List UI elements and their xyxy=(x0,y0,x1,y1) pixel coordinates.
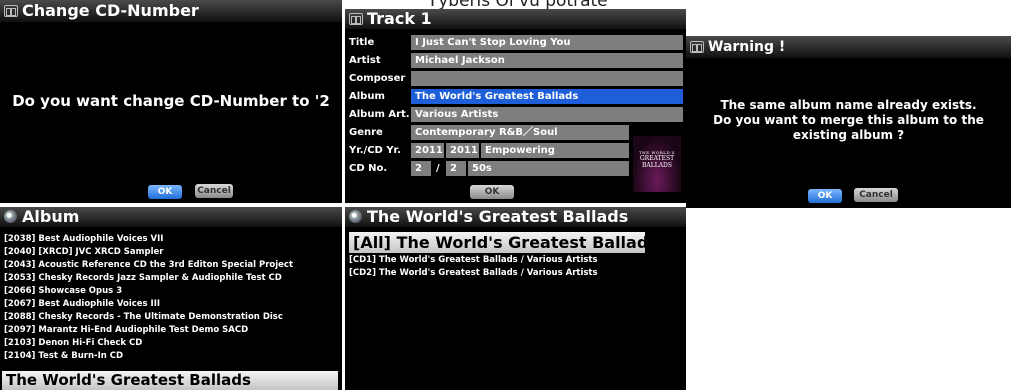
genre-field[interactable]: Contemporary R&B／Soul xyxy=(411,125,629,140)
cd-list-selected-item[interactable]: [All] The World's Greatest Ballads xyxy=(349,232,658,253)
field-cd-no-row: CD No. 2 / 2 50s xyxy=(349,160,679,177)
cd-no-separator: / xyxy=(436,163,440,174)
cd-year-field[interactable]: 2011 xyxy=(446,143,479,158)
field-composer-row: Composer xyxy=(349,70,683,87)
warning-message: The same album name already exists. Do y… xyxy=(686,98,1011,143)
warning-line-2: Do you want to merge this album to the xyxy=(713,113,984,127)
album-list-item[interactable]: [2097] Marantz Hi-End Audiophile Test De… xyxy=(4,325,248,335)
field-artist-row: Artist Michael Jackson xyxy=(349,52,683,69)
cover-line-2: GREATEST xyxy=(639,155,675,162)
album-list-item[interactable]: [2053] Chesky Records Jazz Sampler & Aud… xyxy=(4,273,282,283)
cd-list-item[interactable]: [CD1] The World's Greatest Ballads / Var… xyxy=(349,255,598,265)
album-list-panel: Album [2038] Best Audiophile Voices VII … xyxy=(0,207,342,390)
change-cd-question: Do you want change CD-Number to '2 xyxy=(12,92,330,110)
cd-list-item[interactable]: [CD2] The World's Greatest Ballads / Var… xyxy=(349,268,598,278)
change-cd-titlebar: Change CD-Number xyxy=(0,0,342,22)
warning-dialog: Warning ! The same album name already ex… xyxy=(686,36,1011,208)
grouping-field[interactable]: Empowering xyxy=(481,143,629,158)
composer-field[interactable] xyxy=(411,71,683,86)
year-field[interactable]: 2011 xyxy=(411,143,444,158)
field-album-label: Album xyxy=(349,91,385,102)
warning-line-3: existing album ? xyxy=(792,128,905,142)
ok-button[interactable]: OK xyxy=(148,185,182,199)
field-album-artist-row: Album Art. Various Artists xyxy=(349,106,683,123)
album-list-item[interactable]: [2040] [XRCD] JVC XRCD Sampler xyxy=(4,247,163,257)
warning-ok-button[interactable]: OK xyxy=(808,189,842,203)
album-list-titlebar: Album xyxy=(0,207,342,227)
album-cover-image: THE WORLD'S GREATEST BALLADS xyxy=(633,136,681,192)
track-editor: Track 1 Title I Just Can't Stop Loving Y… xyxy=(345,9,686,203)
album-list-item[interactable]: [2103] Denon Hi-Fi Check CD xyxy=(4,338,142,348)
field-album-row: Album The World's Greatest Ballads xyxy=(349,88,683,105)
disc-icon xyxy=(4,210,17,223)
track-titlebar: Track 1 xyxy=(345,9,686,29)
warning-line-1: The same album name already exists. xyxy=(720,98,977,112)
field-year-row: Yr./CD Yr. 2011 2011 Empowering xyxy=(349,142,679,159)
tv-icon xyxy=(4,5,18,17)
album-list-item[interactable]: [2088] Chesky Records - The Ultimate Dem… xyxy=(4,312,283,322)
artist-field[interactable]: Michael Jackson xyxy=(411,53,683,68)
album-list-title: Album xyxy=(22,207,80,226)
warning-titlebar: Warning ! xyxy=(686,36,1011,58)
change-cd-dialog: Change CD-Number Do you want change CD-N… xyxy=(0,0,342,203)
field-artist-label: Artist xyxy=(349,55,381,66)
album-list-item[interactable]: [2043] Acoustic Reference CD the 3rd Edi… xyxy=(4,260,293,270)
track-ok-button[interactable]: OK xyxy=(470,185,514,199)
cd-list-titlebar: The World's Greatest Ballads xyxy=(345,207,686,227)
cancel-button[interactable]: Cancel xyxy=(195,184,233,198)
field-composer-label: Composer xyxy=(349,73,406,84)
cd-list-panel: The World's Greatest Ballads [All] The W… xyxy=(345,207,686,390)
field-cd-no-label: CD No. xyxy=(349,163,388,174)
tv-icon xyxy=(690,41,704,53)
cd-list-title: The World's Greatest Ballads xyxy=(367,207,629,226)
title-field[interactable]: I Just Can't Stop Loving You xyxy=(411,35,683,50)
tv-icon xyxy=(349,13,363,25)
album-list-selected-item[interactable]: The World's Greatest Ballads xyxy=(2,371,338,390)
field-title-label: Title xyxy=(349,37,375,48)
warning-cancel-button[interactable]: Cancel xyxy=(854,188,898,202)
album-list-item[interactable]: [2066] Showcase Opus 3 xyxy=(4,286,122,296)
warning-title: Warning ! xyxy=(708,39,786,55)
disc-icon xyxy=(349,210,362,223)
cover-line-3: BALLADS xyxy=(642,162,672,169)
album-field[interactable]: The World's Greatest Ballads xyxy=(411,89,683,104)
cd-total-field[interactable]: 2 xyxy=(446,161,466,176)
field-year-label: Yr./CD Yr. xyxy=(349,145,401,156)
track-title: Track 1 xyxy=(367,9,432,28)
field-genre-label: Genre xyxy=(349,127,383,138)
field-album-artist-label: Album Art. xyxy=(349,109,410,120)
album-list-item[interactable]: [2067] Best Audiophile Voices III xyxy=(4,299,160,309)
field-title-row: Title I Just Can't Stop Loving You xyxy=(349,34,683,51)
album-list-item[interactable]: [2038] Best Audiophile Voices VII xyxy=(4,234,163,244)
era-field[interactable]: 50s xyxy=(468,161,629,176)
cd-number-field[interactable]: 2 xyxy=(411,161,431,176)
album-list-item[interactable]: [2104] Test & Burn-In CD xyxy=(4,351,123,361)
change-cd-title: Change CD-Number xyxy=(22,1,199,20)
album-artist-field[interactable]: Various Artists xyxy=(411,107,683,122)
field-genre-row: Genre Contemporary R&B／Soul xyxy=(349,124,679,141)
